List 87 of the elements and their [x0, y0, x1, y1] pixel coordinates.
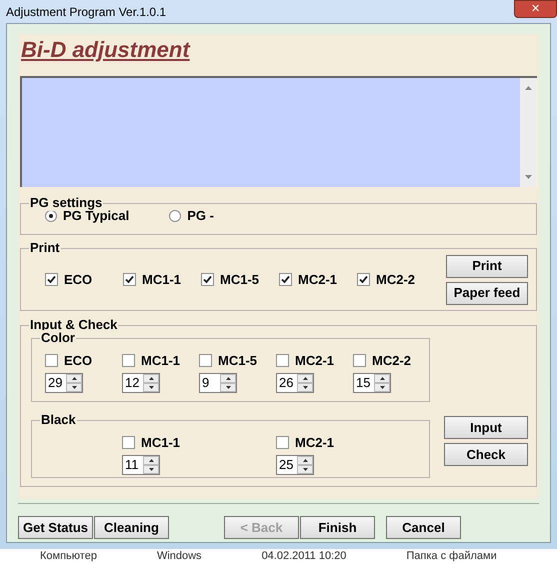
spin-value: 9	[201, 374, 210, 392]
checkbox[interactable]	[279, 273, 292, 286]
radio-label: PG -	[187, 207, 214, 226]
checkbox[interactable]	[199, 354, 212, 368]
button[interactable]: Get Status	[18, 516, 93, 539]
scroll-up-icon[interactable]	[525, 86, 532, 90]
checkmark-icon	[125, 275, 134, 284]
checkbox[interactable]	[123, 273, 136, 286]
radio-button[interactable]	[45, 210, 57, 222]
window-title: Adjustment Program Ver.1.0.1	[6, 4, 166, 21]
checkbox[interactable]	[357, 273, 370, 286]
background-text: Windows	[156, 550, 202, 563]
button[interactable]: Print	[446, 254, 528, 278]
spin-up-button[interactable]	[143, 456, 159, 464]
button[interactable]: Input	[444, 416, 528, 439]
spin-value: 12	[124, 374, 140, 392]
checkbox[interactable]	[276, 436, 289, 450]
checkbox[interactable]	[276, 354, 289, 368]
button[interactable]: Finish	[300, 516, 375, 539]
radio-button[interactable]	[169, 210, 182, 222]
down-arrow-icon	[302, 386, 308, 388]
checkbox-label: MC2-1	[298, 270, 338, 289]
checkbox-label: MC2-1	[295, 352, 334, 370]
scrollbar[interactable]	[520, 78, 537, 187]
spin-value: 29	[47, 374, 64, 392]
button[interactable]: Cancel	[386, 516, 461, 539]
checkbox-label: MC2-2	[372, 352, 412, 370]
spin-field[interactable]: 26	[276, 372, 314, 392]
group-label: Input & Check	[29, 317, 118, 333]
button[interactable]: Cleaning	[94, 516, 169, 539]
checkbox[interactable]	[45, 354, 58, 368]
page-heading: Bi-D adjustment	[21, 36, 190, 64]
spin-field[interactable]: 12	[122, 372, 160, 392]
spin-value: 15	[355, 374, 372, 392]
up-arrow-icon	[72, 376, 76, 380]
checkbox[interactable]	[122, 436, 135, 450]
checkbox-label: MC1-1	[141, 352, 180, 370]
spin-up-button[interactable]	[143, 374, 159, 382]
spin-value: 25	[278, 456, 294, 474]
checkbox-label: ECO	[64, 270, 92, 289]
checkbox-label: ECO	[64, 352, 92, 370]
checkbox-label: MC2-1	[295, 434, 334, 452]
down-arrow-icon	[148, 386, 154, 388]
checkbox-label: MC1-5	[220, 270, 260, 289]
spin-up-button[interactable]	[374, 374, 390, 382]
checkbox[interactable]	[122, 354, 135, 368]
scroll-down-icon[interactable]	[525, 175, 532, 179]
background-text: Папка с файлами	[406, 550, 497, 563]
up-arrow-icon	[302, 458, 308, 462]
spin-up-button[interactable]	[297, 374, 313, 382]
background-text: Компьютер	[40, 550, 97, 563]
down-arrow-icon	[380, 386, 384, 388]
spin-value: 11	[124, 456, 140, 474]
spin-field[interactable]: 25	[276, 454, 314, 474]
spin-up-button[interactable]	[297, 456, 313, 464]
down-arrow-icon	[302, 468, 308, 470]
spin-field[interactable]: 29	[45, 372, 83, 392]
checkbox-label: MC1-1	[141, 434, 180, 452]
checkbox[interactable]	[45, 273, 58, 286]
spin-value: 26	[278, 374, 294, 392]
up-arrow-icon	[148, 376, 154, 380]
up-arrow-icon	[148, 458, 154, 462]
button[interactable]: Paper feed	[446, 282, 528, 304]
spin-field[interactable]: 15	[353, 372, 391, 392]
close-button[interactable]: ✕	[514, 0, 557, 18]
group-label: PG settings	[29, 195, 104, 211]
up-arrow-icon	[380, 376, 384, 380]
checkmark-icon	[359, 275, 368, 284]
checkbox[interactable]	[353, 354, 366, 368]
spin-up-button[interactable]	[66, 374, 82, 382]
checkbox-label: MC2-2	[376, 270, 416, 289]
up-arrow-icon	[302, 376, 308, 380]
up-arrow-icon	[226, 376, 230, 380]
down-arrow-icon	[72, 386, 76, 388]
down-arrow-icon	[226, 386, 230, 388]
checkbox-label: MC1-1	[142, 270, 182, 289]
checkbox-label: MC1-5	[218, 352, 258, 370]
checkbox[interactable]	[201, 273, 214, 286]
checkmark-icon	[281, 275, 290, 284]
spin-field[interactable]: 9	[199, 372, 237, 392]
background-text: 04.02.2011 10:20	[262, 550, 346, 563]
checkmark-icon	[203, 275, 212, 284]
button[interactable]: Check	[444, 443, 528, 466]
down-arrow-icon	[148, 468, 154, 470]
checkmark-icon	[47, 275, 56, 284]
spin-up-button[interactable]	[220, 374, 236, 382]
spin-field[interactable]: 11	[122, 454, 160, 474]
